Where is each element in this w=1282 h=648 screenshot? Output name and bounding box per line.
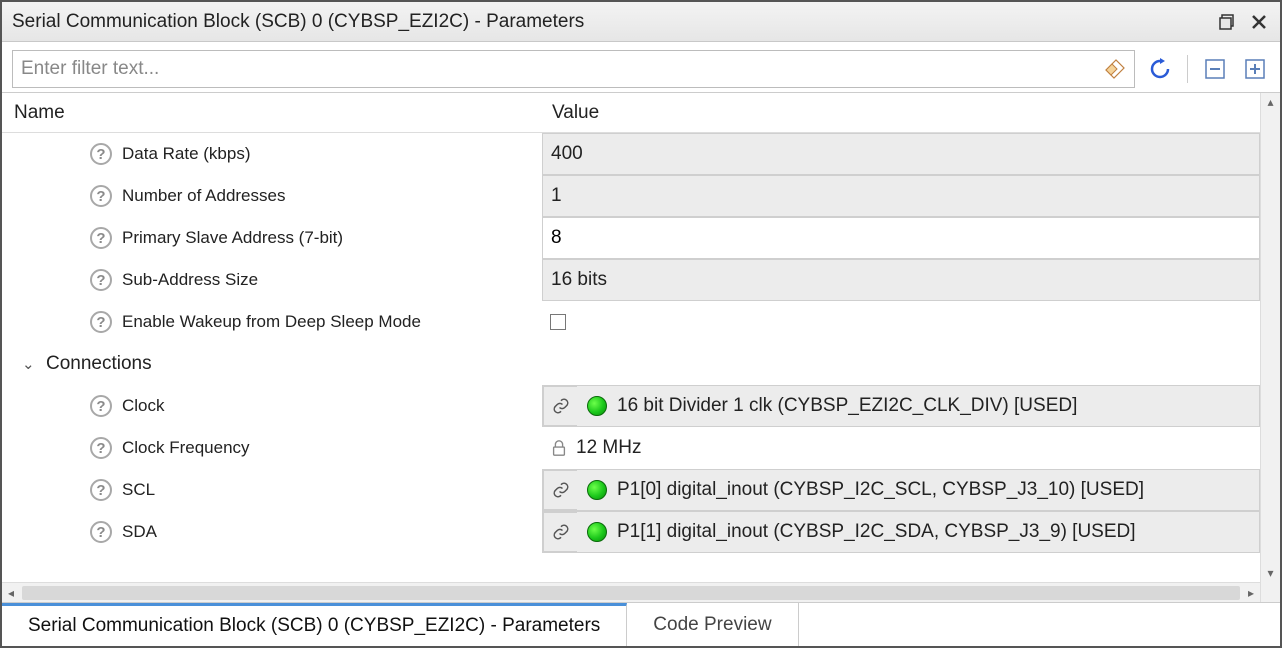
expand-all-button[interactable]	[1240, 54, 1270, 84]
param-value-input[interactable]	[551, 221, 1251, 255]
param-value: 12 MHz	[576, 437, 641, 459]
help-icon[interactable]: ?	[90, 311, 112, 333]
parameters-table: Name Value ? Data Rate (kbps) 400 ? Number…	[2, 92, 1280, 602]
header-value: Value	[542, 102, 1260, 124]
param-label: Data Rate (kbps)	[122, 144, 251, 164]
table-header: Name Value	[2, 93, 1260, 133]
scroll-up-icon[interactable]: ▴	[1264, 95, 1277, 109]
param-value-cell[interactable]: P1[1] digital_inout (CYBSP_I2C_SDA, CYBS…	[542, 511, 1260, 553]
param-label: Sub-Address Size	[122, 270, 258, 290]
chevron-down-icon: ⌄	[22, 355, 38, 373]
collapse-all-button[interactable]	[1200, 54, 1230, 84]
restore-button[interactable]	[1216, 11, 1238, 33]
help-icon[interactable]: ?	[90, 479, 112, 501]
toolbar	[2, 42, 1280, 92]
param-value-cell[interactable]: 16 bits	[542, 259, 1260, 301]
param-row: ? Number of Addresses 1	[2, 175, 1260, 217]
tab-parameters[interactable]: Serial Communication Block (SCB) 0 (CYBS…	[2, 603, 627, 646]
status-dot-icon	[587, 480, 607, 500]
param-value-cell: 12 MHz	[542, 427, 1260, 469]
group-label: Connections	[46, 353, 152, 375]
refresh-button[interactable]	[1145, 54, 1175, 84]
vertical-scrollbar[interactable]: ▴ ▾	[1260, 93, 1280, 602]
param-label: SCL	[122, 480, 155, 500]
filter-wrap	[12, 50, 1135, 88]
clear-filter-icon[interactable]	[1101, 55, 1129, 83]
param-value-cell[interactable]: 1	[542, 175, 1260, 217]
titlebar: Serial Communication Block (SCB) 0 (CYBS…	[2, 2, 1280, 42]
param-value-cell[interactable]: 400	[542, 133, 1260, 175]
param-value-cell[interactable]: P1[0] digital_inout (CYBSP_I2C_SCL, CYBS…	[542, 469, 1260, 511]
scroll-track[interactable]	[22, 586, 1240, 600]
param-value-cell[interactable]	[542, 217, 1260, 259]
param-label: Clock	[122, 396, 165, 416]
tab-code-preview[interactable]: Code Preview	[627, 603, 798, 646]
param-label: Number of Addresses	[122, 186, 285, 206]
param-label: Clock Frequency	[122, 438, 250, 458]
link-button[interactable]	[543, 512, 577, 552]
status-dot-icon	[587, 396, 607, 416]
param-row: ? Data Rate (kbps) 400	[2, 133, 1260, 175]
scroll-down-icon[interactable]: ▾	[1264, 566, 1277, 580]
link-button[interactable]	[543, 470, 577, 510]
connection-row: ? Clock Frequency 12 MHz	[2, 427, 1260, 469]
scroll-right-icon[interactable]: ▸	[1242, 586, 1260, 600]
help-icon[interactable]: ?	[90, 269, 112, 291]
header-name: Name	[2, 102, 542, 124]
filter-input[interactable]	[12, 50, 1135, 88]
connection-row: ? SCL P1[0] digital_inout (CYBSP_I2C_SCL,…	[2, 469, 1260, 511]
param-row: ? Primary Slave Address (7-bit)	[2, 217, 1260, 259]
param-value: 400	[551, 143, 583, 165]
help-icon[interactable]: ?	[90, 395, 112, 417]
param-value: P1[0] digital_inout (CYBSP_I2C_SCL, CYBS…	[617, 479, 1144, 501]
param-value-cell[interactable]: 16 bit Divider 1 clk (CYBSP_EZI2C_CLK_DI…	[542, 385, 1260, 427]
tab-bar: Serial Communication Block (SCB) 0 (CYBS…	[2, 602, 1280, 646]
help-icon[interactable]: ?	[90, 143, 112, 165]
help-icon[interactable]: ?	[90, 437, 112, 459]
help-icon[interactable]: ?	[90, 185, 112, 207]
toolbar-separator	[1187, 55, 1188, 83]
param-label: Primary Slave Address (7-bit)	[122, 228, 343, 248]
window-title: Serial Communication Block (SCB) 0 (CYBS…	[12, 11, 1206, 33]
help-icon[interactable]: ?	[90, 227, 112, 249]
connection-row: ? SDA P1[1] digital_inout (CYBSP_I2C_SDA,…	[2, 511, 1260, 553]
param-value: 1	[551, 185, 562, 207]
checkbox[interactable]	[550, 314, 566, 330]
scroll-left-icon[interactable]: ◂	[2, 586, 20, 600]
status-dot-icon	[587, 522, 607, 542]
param-value-cell	[542, 301, 1260, 343]
link-button[interactable]	[543, 386, 577, 426]
param-row: ? Enable Wakeup from Deep Sleep Mode	[2, 301, 1260, 343]
lock-icon	[550, 439, 568, 457]
param-value: 16 bit Divider 1 clk (CYBSP_EZI2C_CLK_DI…	[617, 395, 1077, 417]
param-value: P1[1] digital_inout (CYBSP_I2C_SDA, CYBS…	[617, 521, 1136, 543]
connection-row: ? Clock 16 bit Divider 1 clk (CYBSP_EZI2C…	[2, 385, 1260, 427]
horizontal-scrollbar[interactable]: ◂ ▸	[2, 582, 1260, 602]
param-label: Enable Wakeup from Deep Sleep Mode	[122, 312, 421, 332]
param-row: ? Sub-Address Size 16 bits	[2, 259, 1260, 301]
group-row[interactable]: ⌄ Connections	[2, 343, 1260, 385]
param-value: 16 bits	[551, 269, 607, 291]
help-icon[interactable]: ?	[90, 521, 112, 543]
close-button[interactable]	[1248, 11, 1270, 33]
param-label: SDA	[122, 522, 157, 542]
